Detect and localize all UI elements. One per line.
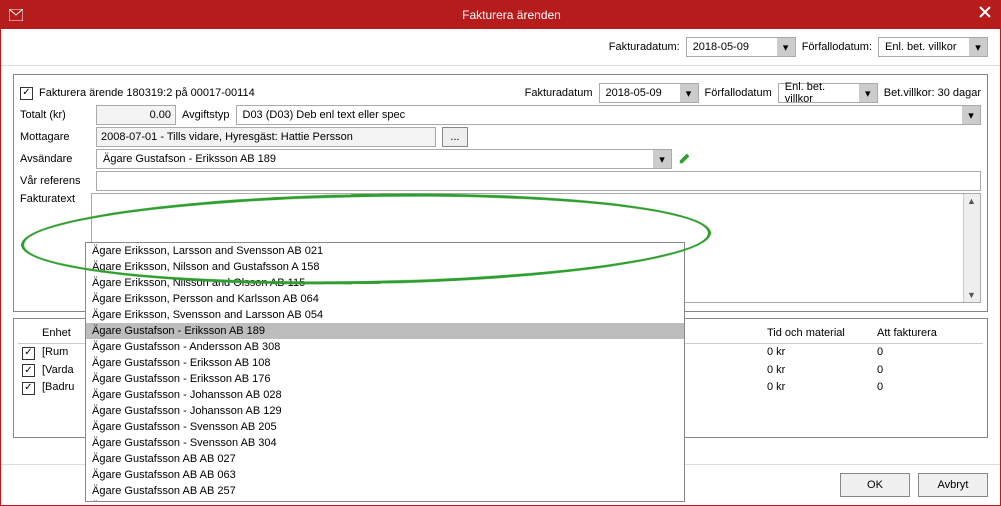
- avgiftstyp-label: Avgiftstyp: [182, 109, 230, 121]
- fakturadatum-combo[interactable]: 2018-05-09 ▾: [686, 37, 796, 57]
- window: Fakturera ärenden Fakturadatum: 2018-05-…: [0, 0, 1001, 506]
- totalt-field: 0.00: [96, 105, 176, 125]
- cell-tid: 0 kr: [763, 362, 873, 380]
- dropdown-item[interactable]: Ägare Gustafsson AB AB 063: [86, 467, 684, 483]
- fakturadatum-label: Fakturadatum:: [609, 41, 680, 53]
- fakturatext-label: Fakturatext: [20, 193, 85, 205]
- case-label: Fakturera ärende 180319:2 på 00017-00114: [39, 87, 255, 99]
- cell-att: 0: [873, 344, 983, 362]
- case-forfallodatum-value: Enl. bet. villkor: [779, 81, 859, 105]
- fakturera-checkbox[interactable]: [20, 87, 33, 100]
- mottagare-field: 2008-07-01 - Tills vidare, Hyresgäst: Ha…: [96, 127, 436, 147]
- mail-icon: [9, 9, 23, 21]
- dropdown-item[interactable]: Ägare Gustafsson AB AB 257: [86, 483, 684, 499]
- chevron-down-icon: ▾: [777, 38, 795, 56]
- row-checkbox[interactable]: [22, 382, 35, 395]
- ok-label: OK: [867, 479, 883, 491]
- dropdown-item[interactable]: Ägare Gustafsson - Eriksson AB 108: [86, 355, 684, 371]
- case-forfallodatum-combo[interactable]: Enl. bet. villkor ▾: [778, 83, 878, 103]
- cell-tid: 0 kr: [763, 344, 873, 362]
- chevron-down-icon: ▾: [859, 84, 877, 102]
- case-fakturadatum-combo[interactable]: 2018-05-09 ▾: [599, 83, 699, 103]
- avgiftstyp-value: D03 (D03) Deb enl text eller spec: [237, 109, 963, 121]
- dropdown-item[interactable]: Ägare Eriksson, Nilsson and Gustafsson A…: [86, 259, 684, 275]
- mottagare-value: 2008-07-01 - Tills vidare, Hyresgäst: Ha…: [101, 131, 353, 143]
- ok-button[interactable]: OK: [840, 473, 910, 497]
- avsandare-value: Ägare Gustafson - Eriksson AB 189: [97, 153, 653, 165]
- chevron-down-icon: ▾: [653, 150, 671, 168]
- forfallodatum-combo[interactable]: Enl. bet. villkor ▾: [878, 37, 988, 57]
- dropdown-item[interactable]: Ägare Gustafsson AB AB 027: [86, 451, 684, 467]
- cancel-button[interactable]: Avbryt: [918, 473, 988, 497]
- edit-icon[interactable]: [678, 151, 692, 168]
- forfallodatum-label: Förfallodatum:: [802, 41, 872, 53]
- avsandare-dropdown-list[interactable]: Ägare Eriksson, Larsson and Svensson AB …: [85, 242, 685, 502]
- scrollbar[interactable]: [963, 194, 980, 302]
- dropdown-item[interactable]: Ägare Gustafsson - Svensson AB 304: [86, 435, 684, 451]
- titlebar: Fakturera ärenden: [1, 1, 1000, 29]
- dropdown-item[interactable]: Ägare Gustafsson - Johansson AB 028: [86, 387, 684, 403]
- mottagare-label: Mottagare: [20, 131, 90, 143]
- top-date-row: Fakturadatum: 2018-05-09 ▾ Förfallodatum…: [1, 29, 1000, 66]
- case-fakturadatum-label: Fakturadatum: [525, 87, 593, 99]
- close-icon[interactable]: [978, 5, 992, 22]
- dropdown-item[interactable]: Ägare Gustafsson - Eriksson AB 176: [86, 371, 684, 387]
- col-tid: Tid och material: [763, 325, 873, 341]
- varreferens-label: Vår referens: [20, 175, 90, 187]
- window-title: Fakturera ärenden: [31, 8, 992, 22]
- varreferens-input[interactable]: [96, 171, 981, 191]
- dropdown-item[interactable]: Ägare Gustafson - Eriksson AB 189: [86, 323, 684, 339]
- dropdown-item[interactable]: Ägare Gustafsson Aktiebolag AB 236: [86, 499, 684, 502]
- chevron-down-icon: ▾: [969, 38, 987, 56]
- cell-tid: 0 kr: [763, 379, 873, 397]
- row-checkbox[interactable]: [22, 347, 35, 360]
- dropdown-item[interactable]: Ägare Eriksson, Nilsson and Olsson AB 11…: [86, 275, 684, 291]
- case-forfallodatum-label: Förfallodatum: [705, 87, 772, 99]
- totalt-label: Totalt (kr): [20, 109, 90, 121]
- dropdown-item[interactable]: Ägare Eriksson, Persson and Karlsson AB …: [86, 291, 684, 307]
- fakturadatum-value: 2018-05-09: [687, 41, 777, 53]
- content-area: Fakturera ärende 180319:2 på 00017-00114…: [1, 66, 1000, 464]
- dropdown-item[interactable]: Ägare Gustafsson - Andersson AB 308: [86, 339, 684, 355]
- dropdown-item[interactable]: Ägare Eriksson, Larsson and Svensson AB …: [86, 243, 684, 259]
- avsandare-combo[interactable]: Ägare Gustafson - Eriksson AB 189 ▾: [96, 149, 672, 169]
- cancel-label: Avbryt: [938, 479, 969, 491]
- betvillkor-label: Bet.villkor: 30 dagar: [884, 87, 981, 99]
- case-fakturadatum-value: 2018-05-09: [600, 87, 680, 99]
- mottagare-browse-button[interactable]: ...: [442, 127, 468, 147]
- col-att: Att fakturera: [873, 325, 983, 341]
- dropdown-item[interactable]: Ägare Eriksson, Svensson and Larsson AB …: [86, 307, 684, 323]
- dropdown-item[interactable]: Ägare Gustafsson - Johansson AB 129: [86, 403, 684, 419]
- avgiftstyp-combo[interactable]: D03 (D03) Deb enl text eller spec ▾: [236, 105, 982, 125]
- chevron-down-icon: ▾: [962, 106, 980, 124]
- chevron-down-icon: ▾: [680, 84, 698, 102]
- dropdown-item[interactable]: Ägare Gustafsson - Svensson AB 205: [86, 419, 684, 435]
- row-checkbox[interactable]: [22, 364, 35, 377]
- totalt-value: 0.00: [150, 109, 171, 121]
- forfallodatum-value: Enl. bet. villkor: [879, 41, 969, 53]
- cell-att: 0: [873, 379, 983, 397]
- cell-att: 0: [873, 362, 983, 380]
- avsandare-label: Avsändare: [20, 153, 90, 165]
